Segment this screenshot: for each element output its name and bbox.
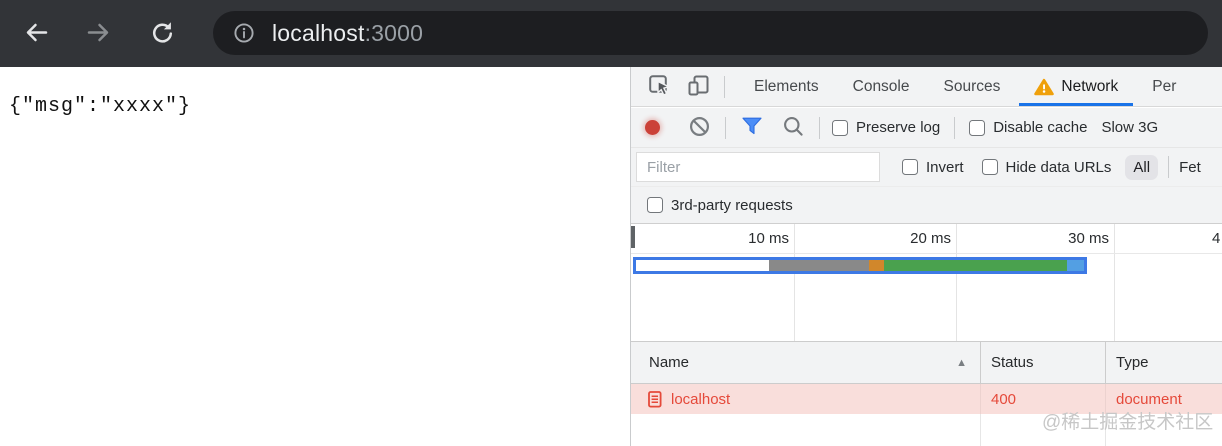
url-port: :3000 (365, 20, 424, 46)
inspect-element-button[interactable] (646, 73, 673, 100)
filter-button[interactable] (738, 114, 765, 141)
forward-icon (85, 19, 112, 49)
overview-segment-white (636, 260, 769, 271)
preserve-log-box[interactable] (832, 120, 848, 136)
timeline-gridline (1114, 224, 1115, 342)
overview-waterfall-bar[interactable] (633, 257, 1087, 274)
reload-button[interactable] (142, 14, 182, 54)
device-toolbar-button[interactable] (685, 73, 712, 100)
column-divider (980, 414, 981, 446)
document-icon (648, 391, 662, 408)
third-party-checkbox[interactable]: 3rd-party requests (647, 197, 793, 214)
column-header-name[interactable]: Name ▲ (631, 342, 980, 383)
reload-icon (149, 19, 176, 49)
column-header-status[interactable]: Status (980, 342, 1105, 383)
tab-elements[interactable]: Elements (737, 67, 836, 106)
requests-table-header: Name ▲ Status Type (631, 341, 1222, 384)
forward-button[interactable] (78, 14, 118, 54)
screenshot: localhost:3000 {"msg":"xxxx"} (0, 0, 1222, 446)
overview-segment-green (884, 260, 1067, 271)
timeline-tick-cut: 4 (1212, 230, 1222, 250)
address-bar[interactable]: localhost:3000 (213, 11, 1208, 55)
hide-data-urls-checkbox[interactable]: Hide data URLs (982, 159, 1112, 176)
divider (954, 117, 955, 139)
network-toolbar: Preserve log Disable cache Slow 3G (631, 108, 1222, 148)
response-body: {"msg":"xxxx"} (9, 95, 191, 118)
third-party-box[interactable] (647, 197, 663, 213)
clear-button[interactable] (686, 114, 713, 141)
overview-segment-orange (869, 260, 884, 271)
divider (725, 117, 726, 139)
network-filter-input[interactable] (636, 152, 880, 182)
search-button[interactable] (780, 114, 807, 141)
divider (724, 76, 725, 98)
sort-ascending-icon: ▲ (956, 357, 967, 369)
preserve-log-checkbox[interactable]: Preserve log (832, 119, 940, 136)
watermark: @稀土掘金技术社区 (1042, 407, 1213, 434)
overview-segment-light-blue (1067, 260, 1084, 271)
overview-handle[interactable] (631, 226, 635, 248)
devtools-tabbar: Elements Console Sources Network (631, 67, 1222, 107)
filter-all-button[interactable]: All (1125, 155, 1158, 180)
hide-data-urls-box[interactable] (982, 159, 998, 175)
tab-console[interactable]: Console (836, 67, 927, 106)
invert-box[interactable] (902, 159, 918, 175)
url-host: localhost (272, 20, 365, 46)
filter-fetch-xhr-button[interactable]: Fet (1179, 159, 1201, 176)
filter-funnel-icon (741, 116, 763, 139)
page-content: {"msg":"xxxx"} (0, 67, 630, 446)
record-icon[interactable] (645, 120, 660, 135)
url-text[interactable]: localhost:3000 (272, 20, 423, 47)
warning-icon (1034, 78, 1054, 96)
disable-cache-checkbox[interactable]: Disable cache (969, 119, 1087, 136)
third-party-row: 3rd-party requests (631, 187, 1222, 223)
back-button[interactable] (16, 14, 56, 54)
divider (819, 117, 820, 139)
request-name-cell[interactable]: localhost (631, 384, 980, 414)
site-info-icon[interactable] (232, 21, 256, 45)
column-header-type[interactable]: Type (1105, 342, 1222, 383)
network-filter-row: Invert Hide data URLs All Fet (631, 148, 1222, 187)
disable-cache-box[interactable] (969, 120, 985, 136)
tab-performance[interactable]: Per (1135, 67, 1193, 106)
invert-checkbox[interactable]: Invert (902, 159, 964, 176)
block-icon (688, 115, 711, 141)
tab-sources[interactable]: Sources (927, 67, 1018, 106)
overview-segment-gray (769, 260, 869, 271)
devtools-panel: Elements Console Sources Network (630, 67, 1222, 446)
timeline-tick: 30 ms (631, 230, 1109, 250)
ruler-divider (631, 253, 1222, 254)
inspect-element-icon (647, 73, 672, 101)
divider (1168, 156, 1169, 178)
tab-network[interactable]: Network (1017, 67, 1135, 106)
network-overview[interactable]: 10 ms 20 ms 30 ms 4 (631, 223, 1222, 342)
search-icon (782, 115, 805, 141)
device-toolbar-icon (686, 73, 711, 101)
browser-toolbar: localhost:3000 (0, 0, 1222, 67)
back-icon (23, 19, 50, 49)
throttling-select[interactable]: Slow 3G (1101, 119, 1158, 136)
